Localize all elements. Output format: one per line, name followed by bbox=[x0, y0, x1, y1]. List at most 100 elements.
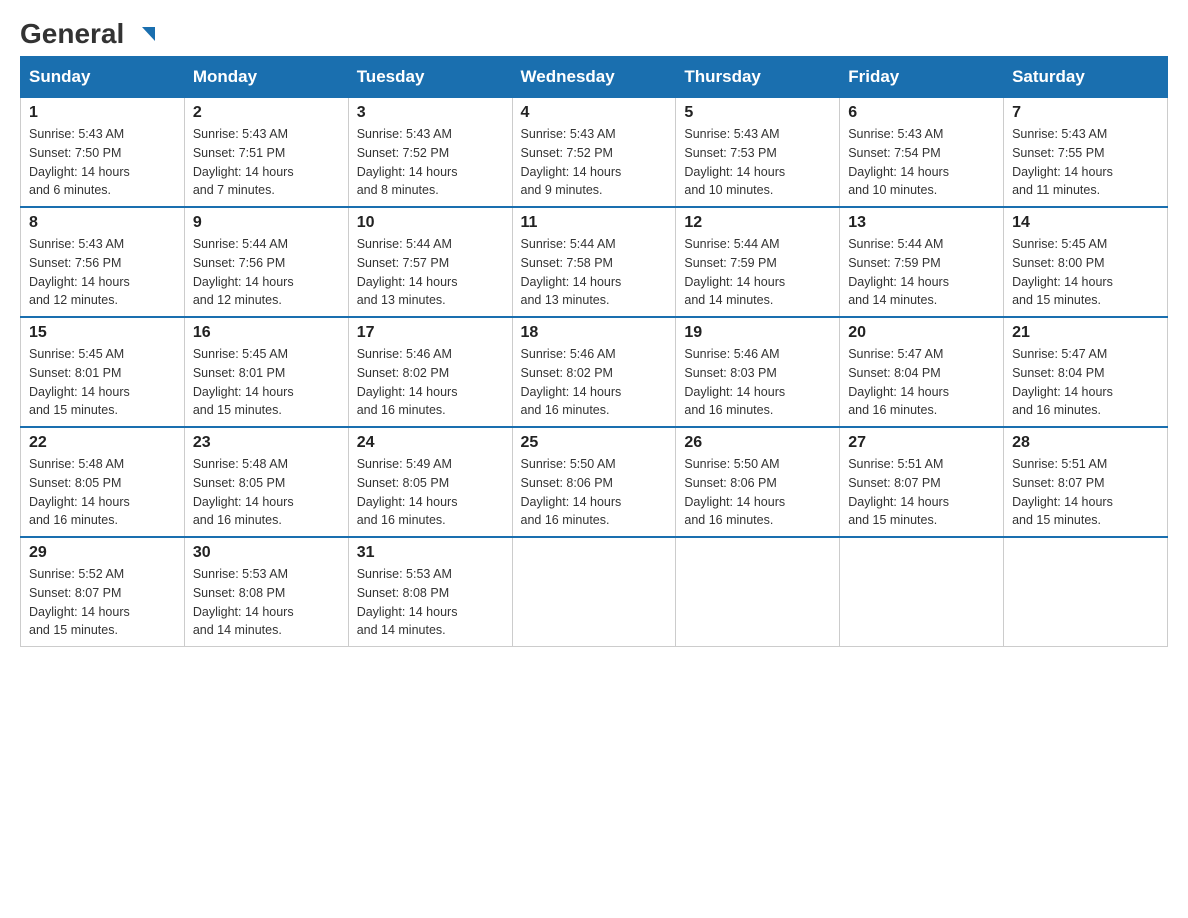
day-cell-24: 24 Sunrise: 5:49 AM Sunset: 8:05 PM Dayl… bbox=[348, 427, 512, 537]
day-info: Sunrise: 5:43 AM Sunset: 7:55 PM Dayligh… bbox=[1012, 125, 1159, 200]
header-tuesday: Tuesday bbox=[348, 57, 512, 98]
header-monday: Monday bbox=[184, 57, 348, 98]
day-number: 28 bbox=[1012, 434, 1159, 452]
day-number: 6 bbox=[848, 104, 995, 122]
day-info: Sunrise: 5:46 AM Sunset: 8:03 PM Dayligh… bbox=[684, 345, 831, 420]
day-info: Sunrise: 5:44 AM Sunset: 7:57 PM Dayligh… bbox=[357, 235, 504, 310]
day-number: 31 bbox=[357, 544, 504, 562]
empty-cell bbox=[840, 537, 1004, 647]
day-info: Sunrise: 5:44 AM Sunset: 7:59 PM Dayligh… bbox=[848, 235, 995, 310]
day-number: 13 bbox=[848, 214, 995, 232]
day-number: 16 bbox=[193, 324, 340, 342]
day-number: 10 bbox=[357, 214, 504, 232]
day-cell-19: 19 Sunrise: 5:46 AM Sunset: 8:03 PM Dayl… bbox=[676, 317, 840, 427]
header-sunday: Sunday bbox=[21, 57, 185, 98]
header-friday: Friday bbox=[840, 57, 1004, 98]
day-cell-13: 13 Sunrise: 5:44 AM Sunset: 7:59 PM Dayl… bbox=[840, 207, 1004, 317]
day-number: 8 bbox=[29, 214, 176, 232]
day-info: Sunrise: 5:44 AM Sunset: 7:56 PM Dayligh… bbox=[193, 235, 340, 310]
day-number: 25 bbox=[521, 434, 668, 452]
day-cell-20: 20 Sunrise: 5:47 AM Sunset: 8:04 PM Dayl… bbox=[840, 317, 1004, 427]
day-info: Sunrise: 5:47 AM Sunset: 8:04 PM Dayligh… bbox=[848, 345, 995, 420]
day-number: 5 bbox=[684, 104, 831, 122]
day-number: 24 bbox=[357, 434, 504, 452]
day-info: Sunrise: 5:48 AM Sunset: 8:05 PM Dayligh… bbox=[29, 455, 176, 530]
empty-cell bbox=[512, 537, 676, 647]
day-info: Sunrise: 5:50 AM Sunset: 8:06 PM Dayligh… bbox=[521, 455, 668, 530]
calendar-header-row: SundayMondayTuesdayWednesdayThursdayFrid… bbox=[21, 57, 1168, 98]
day-info: Sunrise: 5:43 AM Sunset: 7:52 PM Dayligh… bbox=[357, 125, 504, 200]
day-number: 23 bbox=[193, 434, 340, 452]
week-row-1: 1 Sunrise: 5:43 AM Sunset: 7:50 PM Dayli… bbox=[21, 98, 1168, 208]
day-cell-23: 23 Sunrise: 5:48 AM Sunset: 8:05 PM Dayl… bbox=[184, 427, 348, 537]
logo: General bbox=[20, 20, 159, 46]
day-cell-21: 21 Sunrise: 5:47 AM Sunset: 8:04 PM Dayl… bbox=[1004, 317, 1168, 427]
day-number: 15 bbox=[29, 324, 176, 342]
day-number: 26 bbox=[684, 434, 831, 452]
day-number: 12 bbox=[684, 214, 831, 232]
day-number: 22 bbox=[29, 434, 176, 452]
day-cell-27: 27 Sunrise: 5:51 AM Sunset: 8:07 PM Dayl… bbox=[840, 427, 1004, 537]
week-row-3: 15 Sunrise: 5:45 AM Sunset: 8:01 PM Dayl… bbox=[21, 317, 1168, 427]
header-thursday: Thursday bbox=[676, 57, 840, 98]
day-cell-10: 10 Sunrise: 5:44 AM Sunset: 7:57 PM Dayl… bbox=[348, 207, 512, 317]
day-number: 7 bbox=[1012, 104, 1159, 122]
day-number: 3 bbox=[357, 104, 504, 122]
day-info: Sunrise: 5:43 AM Sunset: 7:51 PM Dayligh… bbox=[193, 125, 340, 200]
day-number: 18 bbox=[521, 324, 668, 342]
day-number: 9 bbox=[193, 214, 340, 232]
day-cell-7: 7 Sunrise: 5:43 AM Sunset: 7:55 PM Dayli… bbox=[1004, 98, 1168, 208]
day-info: Sunrise: 5:53 AM Sunset: 8:08 PM Dayligh… bbox=[193, 565, 340, 640]
calendar-table: SundayMondayTuesdayWednesdayThursdayFrid… bbox=[20, 56, 1168, 647]
day-info: Sunrise: 5:53 AM Sunset: 8:08 PM Dayligh… bbox=[357, 565, 504, 640]
day-info: Sunrise: 5:46 AM Sunset: 8:02 PM Dayligh… bbox=[357, 345, 504, 420]
day-cell-9: 9 Sunrise: 5:44 AM Sunset: 7:56 PM Dayli… bbox=[184, 207, 348, 317]
day-info: Sunrise: 5:50 AM Sunset: 8:06 PM Dayligh… bbox=[684, 455, 831, 530]
day-number: 2 bbox=[193, 104, 340, 122]
day-info: Sunrise: 5:51 AM Sunset: 8:07 PM Dayligh… bbox=[848, 455, 995, 530]
day-cell-17: 17 Sunrise: 5:46 AM Sunset: 8:02 PM Dayl… bbox=[348, 317, 512, 427]
empty-cell bbox=[1004, 537, 1168, 647]
day-number: 20 bbox=[848, 324, 995, 342]
day-cell-11: 11 Sunrise: 5:44 AM Sunset: 7:58 PM Dayl… bbox=[512, 207, 676, 317]
day-cell-16: 16 Sunrise: 5:45 AM Sunset: 8:01 PM Dayl… bbox=[184, 317, 348, 427]
day-info: Sunrise: 5:52 AM Sunset: 8:07 PM Dayligh… bbox=[29, 565, 176, 640]
week-row-4: 22 Sunrise: 5:48 AM Sunset: 8:05 PM Dayl… bbox=[21, 427, 1168, 537]
day-info: Sunrise: 5:43 AM Sunset: 7:50 PM Dayligh… bbox=[29, 125, 176, 200]
day-cell-14: 14 Sunrise: 5:45 AM Sunset: 8:00 PM Dayl… bbox=[1004, 207, 1168, 317]
day-number: 1 bbox=[29, 104, 176, 122]
day-number: 17 bbox=[357, 324, 504, 342]
page-header: General bbox=[20, 20, 1168, 46]
day-number: 30 bbox=[193, 544, 340, 562]
day-info: Sunrise: 5:43 AM Sunset: 7:56 PM Dayligh… bbox=[29, 235, 176, 310]
day-number: 14 bbox=[1012, 214, 1159, 232]
day-cell-15: 15 Sunrise: 5:45 AM Sunset: 8:01 PM Dayl… bbox=[21, 317, 185, 427]
header-wednesday: Wednesday bbox=[512, 57, 676, 98]
day-info: Sunrise: 5:45 AM Sunset: 8:01 PM Dayligh… bbox=[193, 345, 340, 420]
day-info: Sunrise: 5:49 AM Sunset: 8:05 PM Dayligh… bbox=[357, 455, 504, 530]
day-cell-3: 3 Sunrise: 5:43 AM Sunset: 7:52 PM Dayli… bbox=[348, 98, 512, 208]
day-number: 19 bbox=[684, 324, 831, 342]
day-number: 11 bbox=[521, 214, 668, 232]
day-info: Sunrise: 5:43 AM Sunset: 7:54 PM Dayligh… bbox=[848, 125, 995, 200]
day-cell-26: 26 Sunrise: 5:50 AM Sunset: 8:06 PM Dayl… bbox=[676, 427, 840, 537]
day-cell-8: 8 Sunrise: 5:43 AM Sunset: 7:56 PM Dayli… bbox=[21, 207, 185, 317]
day-number: 27 bbox=[848, 434, 995, 452]
day-info: Sunrise: 5:47 AM Sunset: 8:04 PM Dayligh… bbox=[1012, 345, 1159, 420]
week-row-2: 8 Sunrise: 5:43 AM Sunset: 7:56 PM Dayli… bbox=[21, 207, 1168, 317]
day-info: Sunrise: 5:43 AM Sunset: 7:52 PM Dayligh… bbox=[521, 125, 668, 200]
day-cell-31: 31 Sunrise: 5:53 AM Sunset: 8:08 PM Dayl… bbox=[348, 537, 512, 647]
day-cell-25: 25 Sunrise: 5:50 AM Sunset: 8:06 PM Dayl… bbox=[512, 427, 676, 537]
day-info: Sunrise: 5:48 AM Sunset: 8:05 PM Dayligh… bbox=[193, 455, 340, 530]
day-cell-28: 28 Sunrise: 5:51 AM Sunset: 8:07 PM Dayl… bbox=[1004, 427, 1168, 537]
day-number: 21 bbox=[1012, 324, 1159, 342]
day-cell-30: 30 Sunrise: 5:53 AM Sunset: 8:08 PM Dayl… bbox=[184, 537, 348, 647]
week-row-5: 29 Sunrise: 5:52 AM Sunset: 8:07 PM Dayl… bbox=[21, 537, 1168, 647]
day-info: Sunrise: 5:45 AM Sunset: 8:00 PM Dayligh… bbox=[1012, 235, 1159, 310]
day-info: Sunrise: 5:45 AM Sunset: 8:01 PM Dayligh… bbox=[29, 345, 176, 420]
day-info: Sunrise: 5:44 AM Sunset: 7:59 PM Dayligh… bbox=[684, 235, 831, 310]
logo-main-text: General bbox=[20, 20, 137, 48]
logo-triangle-icon bbox=[137, 23, 159, 45]
day-number: 4 bbox=[521, 104, 668, 122]
day-cell-5: 5 Sunrise: 5:43 AM Sunset: 7:53 PM Dayli… bbox=[676, 98, 840, 208]
